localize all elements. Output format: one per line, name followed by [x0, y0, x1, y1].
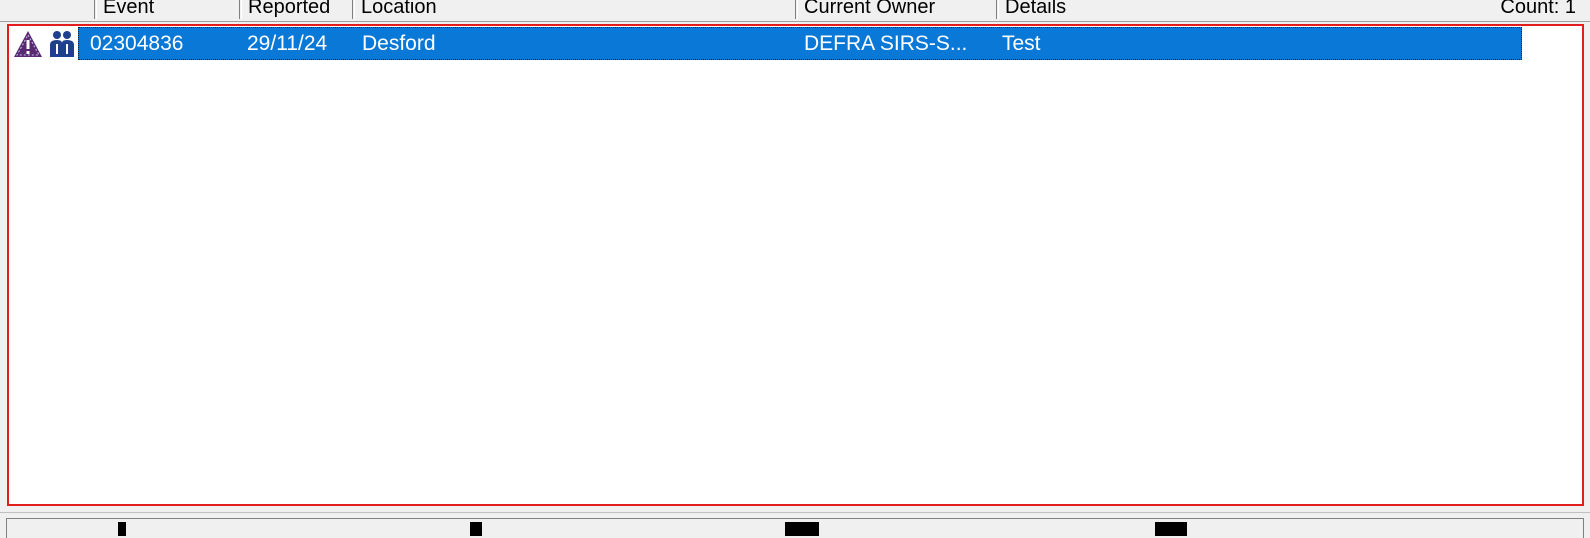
cell-current-owner: DEFRA SIRS-S...	[804, 32, 968, 55]
column-header-details[interactable]: Details	[999, 0, 1299, 21]
warning-triangle-icon	[14, 31, 42, 57]
cell-details: Test	[1002, 32, 1041, 55]
record-count: Count: 1	[1500, 0, 1576, 18]
cell-event: 02304836	[90, 32, 184, 55]
person-icon	[50, 31, 74, 57]
column-header-location[interactable]: Location	[355, 0, 795, 21]
column-header-current-owner[interactable]: Current Owner	[798, 0, 996, 21]
column-header-event[interactable]: Event	[97, 0, 239, 21]
bottom-toolbar	[0, 512, 1590, 538]
row-icons	[11, 27, 77, 60]
column-header-reported[interactable]: Reported	[242, 0, 352, 21]
cell-reported: 29/11/24	[247, 32, 328, 55]
list-header: Event Reported Location Current Owner De…	[0, 0, 1590, 22]
selected-row-highlight[interactable]: 02304836 29/11/24 Desford DEFRA SIRS-S..…	[78, 27, 1522, 60]
event-list[interactable]: 02304836 29/11/24 Desford DEFRA SIRS-S..…	[7, 24, 1584, 506]
cell-location: Desford	[362, 32, 436, 55]
table-row[interactable]: 02304836 29/11/24 Desford DEFRA SIRS-S..…	[9, 27, 1582, 60]
